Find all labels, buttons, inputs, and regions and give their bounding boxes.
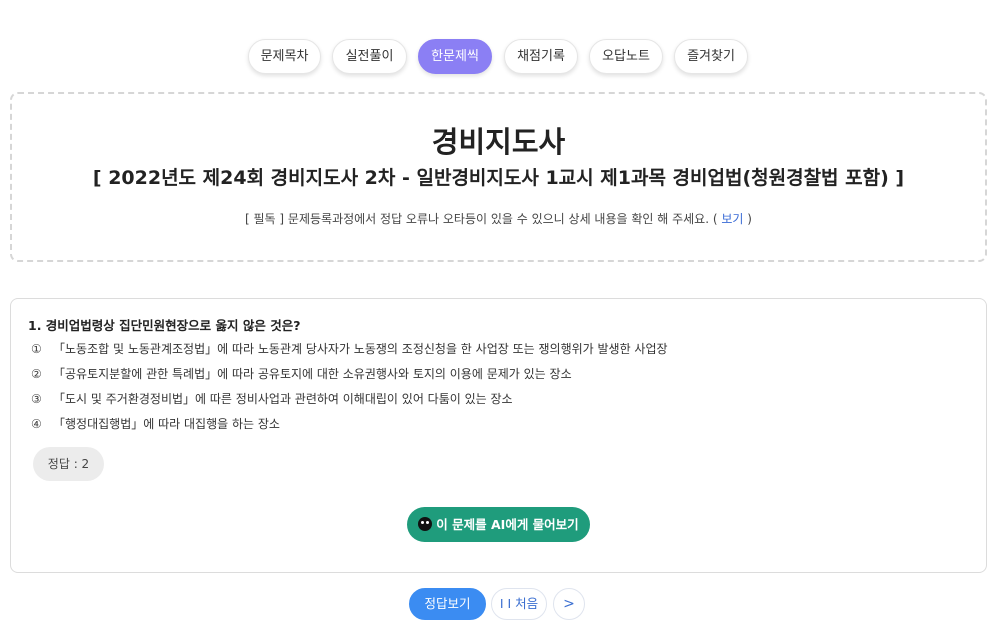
notice-view-link[interactable]: 보기: [721, 212, 743, 226]
tab-score-history[interactable]: 채점기록: [504, 39, 578, 74]
page-title: 경비지도사: [431, 125, 566, 159]
choice-text: 「행정대집행법」에 따라 대집행을 하는 장소: [53, 417, 280, 431]
notice-prefix: [ 필독 ] 문제등록과정에서 정답 오류나 오타등이 있을 수 있으니 상세 …: [245, 212, 718, 226]
choice-number: ②: [31, 367, 42, 381]
notice-suffix: ): [747, 212, 752, 226]
exam-header: 경비지도사 [ 2022년도 제24회 경비지도사 2차 - 일반경비지도사 1…: [10, 92, 987, 262]
tab-favorites[interactable]: 즐겨찾기: [674, 39, 748, 74]
tab-bar: 문제목차 실전풀이 한문제씩 채점기록 오답노트 즐겨찾기: [0, 39, 1000, 75]
ask-ai-label: 이 문제를 AI에게 물어보기: [436, 517, 579, 532]
answer-badge: 정답 : 2: [33, 447, 104, 481]
exam-subtitle: [ 2022년도 제24회 경비지도사 2차 - 일반경비지도사 1교시 제1과…: [92, 167, 905, 189]
choice-number: ④: [31, 417, 42, 431]
choice-4[interactable]: ④ 「행정대집행법」에 따라 대집행을 하는 장소: [31, 415, 280, 432]
tab-wrong-answer-note[interactable]: 오답노트: [589, 39, 663, 74]
show-answer-button[interactable]: 정답보기: [409, 588, 486, 620]
choice-3[interactable]: ③ 「도시 및 주거환경정비법」에 따른 정비사업과 관련하여 이해대립이 있어 …: [31, 390, 513, 407]
notice-text: [ 필독 ] 문제등록과정에서 정답 오류나 오타등이 있을 수 있으니 상세 …: [12, 210, 985, 227]
next-question-button[interactable]: >: [553, 588, 585, 620]
choice-number: ①: [31, 342, 42, 356]
ask-ai-button[interactable]: 이 문제를 AI에게 물어보기: [407, 507, 590, 542]
robot-face-icon: [418, 517, 433, 531]
tab-one-by-one[interactable]: 한문제씩: [418, 39, 492, 74]
choice-text: 「공유토지분할에 관한 특례법」에 따라 공유토지에 대한 소유권행사와 토지의…: [53, 367, 572, 381]
choice-1[interactable]: ① 「노동조합 및 노동관계조정법」에 따라 노동관계 당사자가 노동쟁의 조정신…: [31, 340, 668, 357]
tab-question-index[interactable]: 문제목차: [248, 39, 321, 74]
question-title: 1. 경비업법령상 집단민원현장으로 옳지 않은 것은?: [28, 318, 301, 333]
question-card: 1. 경비업법령상 집단민원현장으로 옳지 않은 것은? ① 「노동조합 및 노동…: [10, 298, 987, 573]
tab-practice-mode[interactable]: 실전풀이: [332, 39, 407, 74]
choice-text: 「노동조합 및 노동관계조정법」에 따라 노동관계 당사자가 노동쟁의 조정신청…: [53, 342, 668, 356]
choice-2[interactable]: ② 「공유토지분할에 관한 특례법」에 따라 공유토지에 대한 소유권행사와 토지…: [31, 365, 572, 382]
choice-text: 「도시 및 주거환경정비법」에 따른 정비사업과 관련하여 이해대립이 있어 다…: [53, 392, 513, 406]
first-question-button[interactable]: I I 처음: [491, 588, 547, 620]
choice-number: ③: [31, 392, 42, 406]
